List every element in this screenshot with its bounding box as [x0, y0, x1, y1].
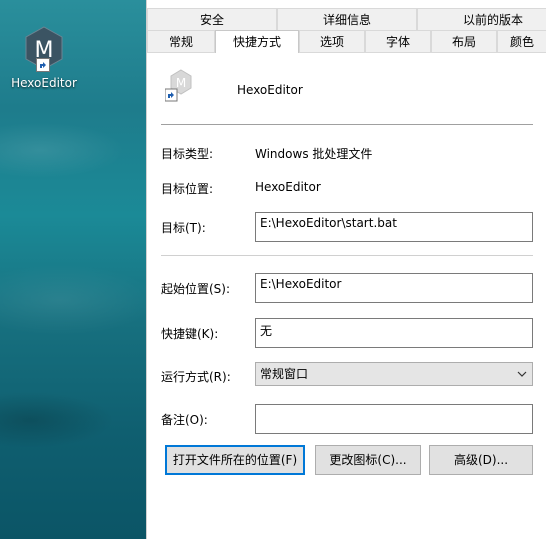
tab-row-top: 安全 详细信息 以前的版本: [147, 8, 546, 30]
shortcut-key-input[interactable]: 无: [255, 318, 533, 348]
run-select[interactable]: 常规窗口: [255, 362, 533, 386]
properties-dialog: 安全 详细信息 以前的版本 常规 快捷方式 选项 字体 布局 颜色 M Hexo…: [146, 0, 546, 539]
tab-security[interactable]: 安全: [147, 8, 277, 30]
shortcut-name: HexoEditor: [237, 83, 303, 97]
shortcut-key-label: 快捷键(K):: [161, 327, 219, 341]
separator: [161, 255, 533, 256]
tab-layout[interactable]: 布局: [431, 30, 497, 52]
tab-font[interactable]: 字体: [365, 30, 431, 52]
change-icon-button[interactable]: 更改图标(C)...: [315, 445, 421, 475]
target-type-label: 目标类型:: [161, 147, 214, 161]
shortcut-arrow-icon: [36, 58, 50, 72]
tab-options[interactable]: 选项: [299, 30, 365, 52]
run-select-value: 常规窗口: [260, 367, 309, 381]
tab-row-bottom: 常规 快捷方式 选项 字体 布局 颜色: [147, 30, 546, 53]
desktop-icon-label: HexoEditor: [11, 76, 77, 90]
target-input[interactable]: E:\HexoEditor\start.bat: [255, 212, 533, 242]
start-in-input[interactable]: E:\HexoEditor: [255, 273, 533, 303]
start-in-label: 起始位置(S):: [161, 282, 231, 296]
desktop-shortcut-hexoeditor[interactable]: M HexoEditor: [6, 26, 82, 90]
tab-panel-border: [147, 52, 546, 53]
target-location-label: 目标位置:: [161, 182, 214, 196]
comment-input[interactable]: [255, 404, 533, 434]
chevron-down-icon: [516, 366, 528, 388]
run-label: 运行方式(R):: [161, 370, 231, 384]
tab-shortcut[interactable]: 快捷方式: [215, 30, 299, 53]
advanced-button[interactable]: 高级(D)...: [429, 445, 533, 475]
open-file-location-button[interactable]: 打开文件所在的位置(F): [165, 445, 305, 475]
svg-text:M: M: [176, 76, 186, 90]
target-type-value: Windows 批处理文件: [255, 147, 373, 161]
tab-details[interactable]: 详细信息: [277, 8, 417, 30]
comment-label: 备注(O):: [161, 413, 208, 427]
tab-colors[interactable]: 颜色: [497, 30, 546, 52]
tab-previous-versions[interactable]: 以前的版本: [417, 8, 546, 30]
target-location-value: HexoEditor: [255, 180, 321, 194]
separator: [161, 124, 533, 125]
desktop-background: M HexoEditor: [0, 0, 146, 539]
tab-general[interactable]: 常规: [147, 30, 215, 52]
hexoeditor-app-icon: M: [24, 26, 64, 72]
target-label: 目标(T):: [161, 221, 206, 235]
shortcut-large-icon: M: [164, 68, 193, 102]
